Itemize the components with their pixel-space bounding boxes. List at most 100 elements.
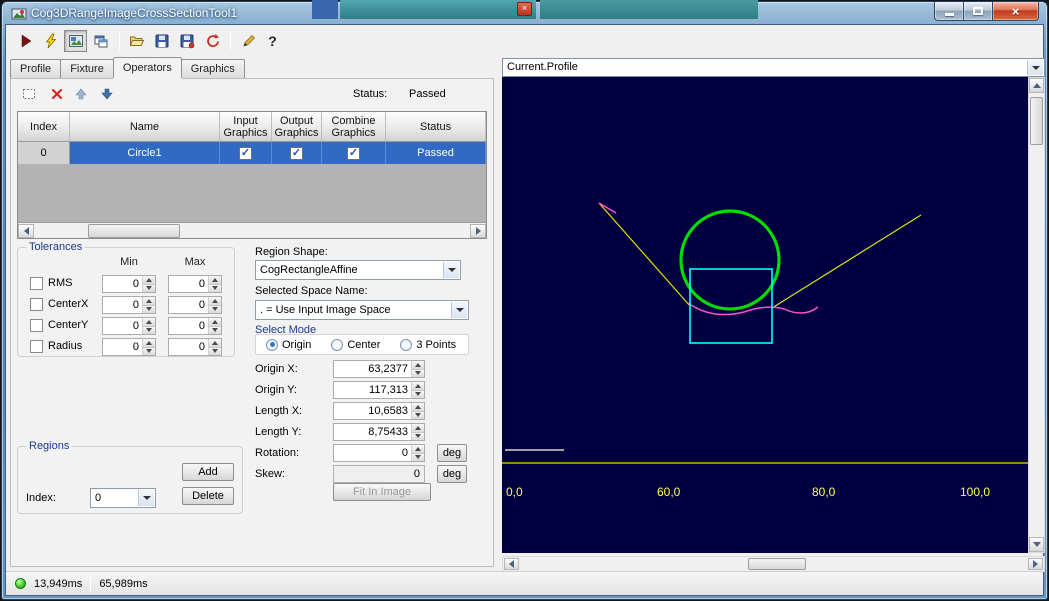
tab-operators[interactable]: Operators: [113, 57, 182, 78]
centery-min-value[interactable]: 0: [103, 318, 142, 334]
spin-down-button[interactable]: [143, 348, 155, 356]
centerx-max-value[interactable]: 0: [169, 297, 208, 313]
origin-y-spinner[interactable]: 117,313: [333, 381, 425, 399]
length-x-value[interactable]: 10,6583: [334, 403, 411, 419]
column-header-index[interactable]: Index: [18, 112, 70, 141]
spin-down-button[interactable]: [143, 285, 155, 293]
spin-down-button[interactable]: [143, 327, 155, 335]
origin-x-spinner[interactable]: 63,2377: [333, 360, 425, 378]
help-button[interactable]: [261, 30, 284, 52]
fit-in-image-button[interactable]: Fit In Image: [333, 483, 431, 501]
rotation-value[interactable]: 0: [334, 445, 411, 461]
delete-operator-button[interactable]: [47, 84, 66, 103]
centery-max-value[interactable]: 0: [169, 318, 208, 334]
rotation-deg-button[interactable]: deg: [437, 444, 467, 462]
spin-down-button[interactable]: [209, 327, 221, 335]
spin-up-button[interactable]: [209, 318, 221, 327]
show-image-button[interactable]: [64, 30, 87, 52]
rms-min-spinner[interactable]: 0: [102, 275, 156, 293]
scroll-right-button[interactable]: [470, 224, 486, 238]
spin-down-button[interactable]: [209, 348, 221, 356]
display-horizontal-scrollbar[interactable]: [502, 556, 1045, 572]
maximize-button[interactable]: [964, 2, 993, 21]
origin-y-value[interactable]: 117,313: [334, 382, 411, 398]
operator-name-cell[interactable]: Circle1: [70, 142, 220, 164]
scroll-right-button[interactable]: [1028, 558, 1043, 570]
close-button[interactable]: [993, 2, 1039, 21]
radius-max-spinner[interactable]: 0: [168, 338, 222, 356]
origin-x-value[interactable]: 63,2377: [334, 361, 411, 377]
spin-down-button[interactable]: [143, 306, 155, 314]
space-name-dropdown[interactable]: . = Use Input Image Space: [255, 300, 469, 320]
length-x-spinner[interactable]: 10,6583: [333, 402, 425, 420]
column-header-combine-graphics[interactable]: Combine Graphics: [322, 112, 386, 141]
scroll-down-button[interactable]: [1029, 537, 1044, 552]
rms-min-value[interactable]: 0: [103, 276, 142, 292]
radius-min-value[interactable]: 0: [103, 339, 142, 355]
length-y-spinner[interactable]: 8,75433: [333, 423, 425, 441]
open-file-button[interactable]: [125, 30, 148, 52]
column-header-name[interactable]: Name: [70, 112, 220, 141]
radius-min-spinner[interactable]: 0: [102, 338, 156, 356]
input-graphics-checkbox[interactable]: [239, 147, 252, 160]
display-source-dropdown[interactable]: Current.Profile: [502, 58, 1045, 77]
spin-up-button[interactable]: [209, 339, 221, 348]
move-up-button[interactable]: [71, 84, 90, 103]
centerx-min-spinner[interactable]: 0: [102, 296, 156, 314]
move-down-button[interactable]: [97, 84, 116, 103]
skew-field[interactable]: 0: [333, 465, 425, 483]
profile-display[interactable]: 0,0 60,0 80,0 100,0: [502, 77, 1028, 553]
spin-down-button[interactable]: [412, 370, 424, 378]
display-vertical-scrollbar[interactable]: [1028, 77, 1045, 553]
region-index-dropdown[interactable]: 0: [90, 488, 156, 508]
scrollbar-thumb[interactable]: [748, 558, 806, 570]
centery-min-spinner[interactable]: 0: [102, 317, 156, 335]
radius-max-value[interactable]: 0: [169, 339, 208, 355]
scrollbar-thumb[interactable]: [1030, 97, 1043, 145]
edit-graphics-button[interactable]: [236, 30, 259, 52]
tab-fixture[interactable]: Fixture: [60, 59, 114, 78]
centery-checkbox[interactable]: [30, 319, 43, 332]
combine-graphics-checkbox[interactable]: [347, 147, 360, 160]
run-button[interactable]: [14, 30, 37, 52]
center-radio[interactable]: [331, 339, 343, 351]
tab-profile[interactable]: Profile: [10, 59, 61, 78]
scroll-left-button[interactable]: [18, 224, 34, 238]
centerx-checkbox[interactable]: [30, 298, 43, 311]
delete-region-button[interactable]: Delete: [182, 487, 234, 505]
spin-up-button[interactable]: [412, 445, 424, 454]
scrollbar-thumb[interactable]: [88, 224, 180, 238]
rms-max-spinner[interactable]: 0: [168, 275, 222, 293]
save-image-button[interactable]: [175, 30, 198, 52]
output-graphics-checkbox[interactable]: [290, 147, 303, 160]
reset-button[interactable]: [200, 30, 223, 52]
new-operator-button[interactable]: [19, 84, 38, 103]
origin-radio[interactable]: [266, 339, 278, 351]
spin-up-button[interactable]: [412, 403, 424, 412]
spin-up-button[interactable]: [412, 361, 424, 370]
float-window-button[interactable]: [89, 30, 112, 52]
spin-down-button[interactable]: [209, 285, 221, 293]
grid-horizontal-scrollbar[interactable]: [18, 222, 486, 238]
minimize-button[interactable]: [934, 2, 964, 21]
centery-max-spinner[interactable]: 0: [168, 317, 222, 335]
operator-row[interactable]: 0 Circle1 Passed: [18, 142, 486, 164]
scroll-up-button[interactable]: [1029, 78, 1044, 93]
spin-up-button[interactable]: [412, 382, 424, 391]
spin-up-button[interactable]: [209, 276, 221, 285]
column-header-input-graphics[interactable]: Input Graphics: [220, 112, 272, 141]
rms-checkbox[interactable]: [30, 277, 43, 290]
scroll-left-button[interactable]: [504, 558, 519, 570]
tab-graphics[interactable]: Graphics: [181, 59, 245, 78]
radius-checkbox[interactable]: [30, 340, 43, 353]
spin-up-button[interactable]: [143, 318, 155, 327]
centerx-max-spinner[interactable]: 0: [168, 296, 222, 314]
skew-deg-button[interactable]: deg: [437, 465, 467, 483]
three-points-radio[interactable]: [400, 339, 412, 351]
spin-down-button[interactable]: [412, 412, 424, 420]
spin-up-button[interactable]: [209, 297, 221, 306]
spin-down-button[interactable]: [412, 433, 424, 441]
spin-down-button[interactable]: [209, 306, 221, 314]
spin-down-button[interactable]: [412, 454, 424, 462]
spin-up-button[interactable]: [143, 339, 155, 348]
